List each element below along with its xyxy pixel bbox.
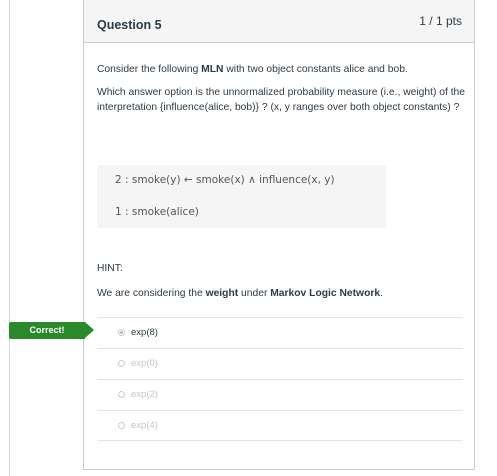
answer-list: exp(8) exp(0) exp(2) exp(4) [97,317,463,441]
answer-label: exp(2) [131,389,158,400]
formula-box: 2 : smoke(y) ← smoke(x) ∧ influence(x, y… [97,165,386,228]
intro-text-end: with two object constants alice and bob. [223,64,408,75]
hint-bold-mln: Markov Logic Network [270,288,381,299]
left-border [9,0,10,476]
answer-label: exp(4) [131,420,158,431]
correct-answer-badge: Correct! [9,322,85,339]
formula-1: 2 : smoke(y) ← smoke(x) ∧ influence(x, y… [115,174,335,186]
question-card: Question 5 1 / 1 pts Consider the follow… [83,0,475,470]
answer-label: exp(0) [131,358,158,369]
question-header: Question 5 1 / 1 pts [84,0,474,43]
radio-button[interactable] [118,422,125,429]
hint-bold-weight: weight [205,288,239,299]
intro-bold: MLN [201,64,224,75]
question-prompt: Which answer option is the unnormalized … [97,87,466,113]
question-points: 1 / 1 pts [419,14,462,28]
formula-2: 1 : smoke(alice) [115,206,199,218]
radio-button[interactable] [118,360,125,367]
hint-text-start: We are considering the [97,288,206,299]
answer-label: exp(8) [131,327,158,338]
answer-option[interactable]: exp(2) [97,379,463,410]
hint-label: HINT: [97,263,123,274]
radio-button-selected[interactable] [118,329,125,336]
answer-option[interactable]: exp(0) [97,348,463,379]
answer-option[interactable]: exp(4) [97,410,463,441]
intro-text: Consider the following [97,64,202,75]
correct-arrow-icon [85,322,94,338]
answer-option[interactable]: exp(8) [97,317,463,348]
hint-text-end: . [380,288,383,299]
question-title: Question 5 [97,18,162,32]
question-intro: Consider the following MLN with two obje… [97,62,467,77]
hint-text-mid: under [238,288,271,299]
radio-button[interactable] [118,391,125,398]
hint-text: We are considering the weight under Mark… [97,286,467,301]
